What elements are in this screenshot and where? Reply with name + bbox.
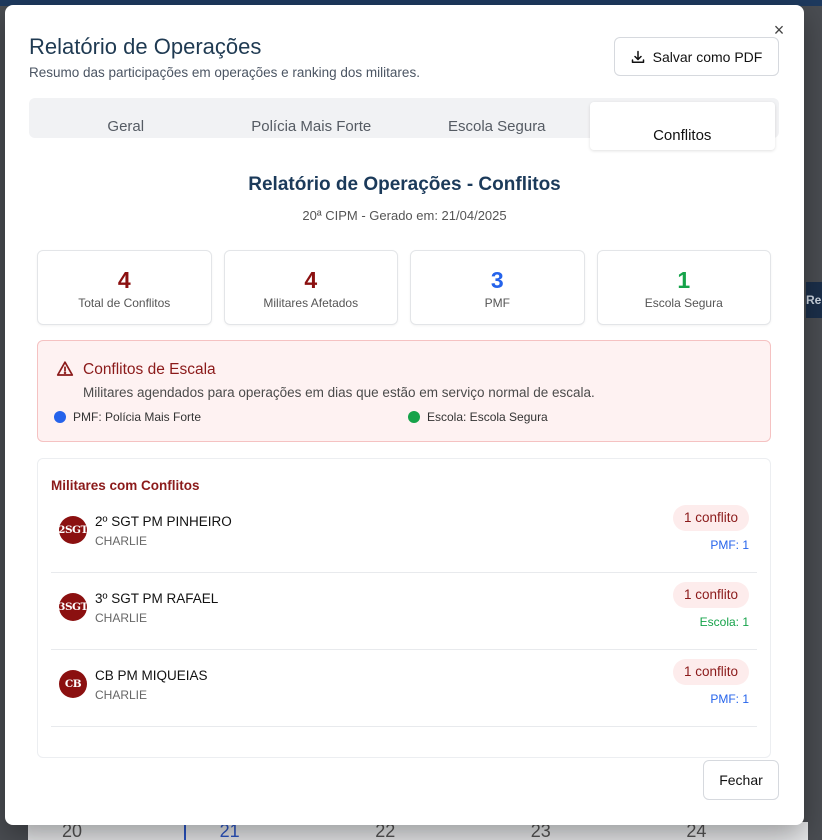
modal-title: Relatório de Operações	[29, 34, 262, 59]
list-item[interactable]: CB CB PM MIQUEIAS CHARLIE 1 conflito PMF…	[51, 650, 757, 727]
download-icon	[631, 50, 644, 63]
alert-description: Militares agendados para operações em di…	[83, 385, 595, 400]
conflict-type: Escola: 1	[699, 615, 749, 629]
avatar: 2SGT	[59, 516, 87, 544]
tab-geral[interactable]: Geral	[33, 102, 219, 135]
report-subtitle: 20ª CIPM - Gerado em: 21/04/2025	[302, 208, 507, 223]
stat-card-militares-afetados: 4 Militares Afetados	[223, 250, 398, 325]
legend-dot	[408, 411, 420, 423]
legend-dot	[54, 411, 66, 423]
list-item[interactable]: 2SGT 2º SGT PM PINHEIRO CHARLIE 1 confli…	[51, 496, 757, 573]
conflict-count-badge: 1 conflito	[672, 505, 749, 531]
military-name: 3º SGT PM RAFAEL	[95, 591, 219, 606]
stat-value: 4	[304, 267, 318, 293]
alert-triangle-icon	[56, 361, 74, 376]
save-pdf-button[interactable]: Salvar como PDF	[614, 37, 779, 76]
modal-subtitle: Resumo das participações em operações e …	[29, 65, 420, 80]
legend-label: Escola: Escola Segura	[427, 410, 548, 424]
close-button[interactable]: Fechar	[703, 760, 779, 800]
conflict-type: PMF: 1	[710, 692, 749, 706]
legend-item-pmf: PMF: Polícia Mais Forte	[54, 410, 201, 424]
tab-policia-mais-forte[interactable]: Polícia Mais Forte	[219, 102, 405, 135]
avatar: CB	[59, 670, 87, 698]
stat-label: Escola Segura	[644, 296, 723, 310]
conflicts-alert: Conflitos de Escala Militares agendados …	[37, 340, 771, 442]
conflicts-list: Militares com Conflitos 2SGT 2º SGT PM P…	[37, 458, 771, 758]
conflict-type: PMF: 1	[710, 538, 749, 552]
stat-label: Total de Conflitos	[78, 296, 171, 310]
alert-title: Conflitos de Escala	[83, 361, 216, 378]
conflict-count-badge: 1 conflito	[672, 582, 749, 608]
backdrop-side-tab: Relato	[806, 282, 822, 318]
stat-value: 4	[117, 267, 131, 293]
report-title: Relatório de Operações - Conflitos	[248, 174, 561, 195]
tab-conflitos[interactable]: Conflitos	[589, 102, 775, 150]
legend-item-escola: Escola: Escola Segura	[408, 410, 548, 424]
military-name: CB PM MIQUEIAS	[95, 668, 208, 683]
legend-label: PMF: Polícia Mais Forte	[73, 410, 202, 424]
stat-card-escola-segura: 1 Escola Segura	[596, 250, 771, 325]
stat-value: 3	[490, 267, 504, 293]
list-header: Militares com Conflitos	[51, 478, 200, 493]
stat-card-pmf: 3 PMF	[410, 250, 585, 325]
stat-card-total-conflitos: 4 Total de Conflitos	[37, 250, 212, 325]
stat-label: PMF	[484, 296, 510, 310]
stats-row: 4 Total de Conflitos 4 Militares Afetado…	[37, 250, 771, 325]
military-name: 2º SGT PM PINHEIRO	[95, 514, 232, 529]
stat-label: Militares Afetados	[263, 296, 359, 310]
stat-value: 1	[677, 267, 691, 293]
tab-escola-segura[interactable]: Escola Segura	[404, 102, 590, 135]
conflict-count-badge: 1 conflito	[672, 659, 749, 685]
military-unit: CHARLIE	[95, 688, 148, 702]
report-modal: × Relatório de Operações Resumo das part…	[5, 5, 804, 825]
save-pdf-label: Salvar como PDF	[652, 48, 763, 65]
military-unit: CHARLIE	[95, 611, 148, 625]
military-unit: CHARLIE	[95, 534, 148, 548]
report-tabs: Geral Polícia Mais Forte Escola Segura C…	[29, 98, 779, 150]
list-item[interactable]: 3SGT 3º SGT PM RAFAEL CHARLIE 1 conflito…	[51, 573, 757, 650]
avatar: 3SGT	[59, 593, 87, 621]
